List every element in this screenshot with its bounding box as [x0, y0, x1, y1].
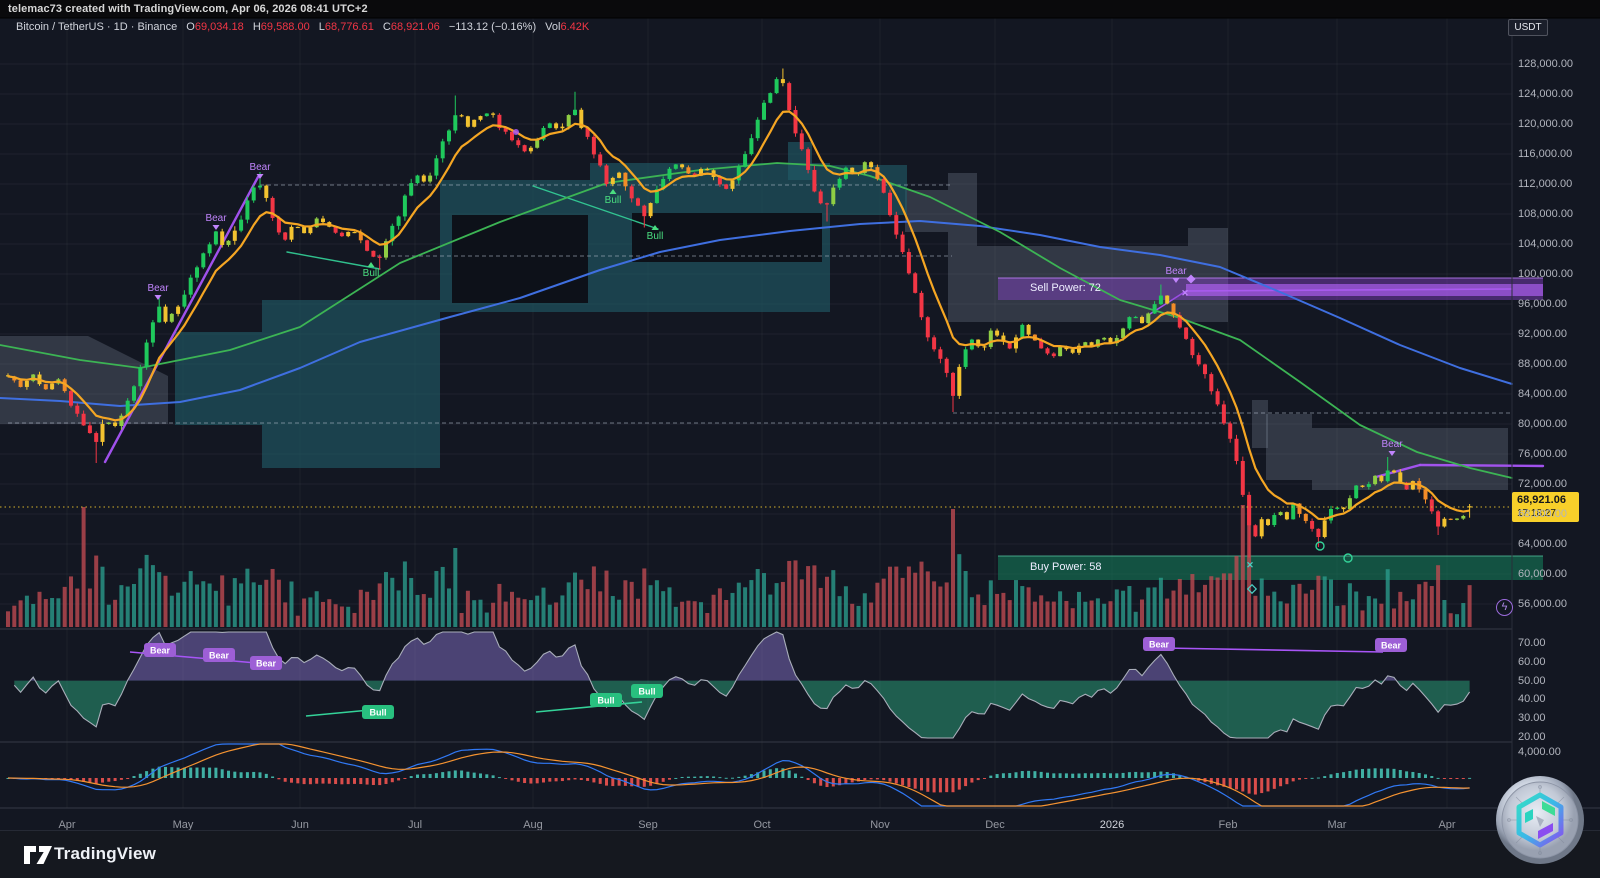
macd-axis-label: 4,000.00 — [1518, 746, 1561, 758]
symbol-legend[interactable]: Bitcoin / TetherUS · 1D · Binance O69,03… — [16, 21, 589, 33]
price-axis-label: 64,000.00 — [1518, 538, 1567, 550]
close-label: C — [383, 21, 391, 33]
svg-text:Bear: Bear — [147, 283, 169, 294]
rsi-axis-label: 30.00 — [1518, 712, 1546, 724]
price-axis-label: 72,000.00 — [1518, 478, 1567, 490]
price-axis-label: 116,000.00 — [1518, 148, 1572, 160]
svg-text:Bear: Bear — [1149, 640, 1170, 650]
svg-text:Bear: Bear — [1165, 266, 1187, 277]
rsi-axis-label: 60.00 — [1518, 656, 1546, 668]
svg-text:Bull: Bull — [639, 687, 656, 697]
indicator-coin-watermark — [1495, 775, 1585, 870]
svg-text:Bull: Bull — [605, 195, 622, 206]
close-value: 68,921.06 — [391, 21, 440, 33]
svg-text:Bear: Bear — [1381, 439, 1403, 450]
rsi-axis-label: 70.00 — [1518, 637, 1546, 649]
buy-power-label: Buy Power: 58 — [1030, 561, 1102, 573]
price-axis-label: 128,000.00 — [1518, 58, 1573, 70]
rsi-pane: Bear Bear Bear Bear Bear Bull Bull Bull — [14, 632, 1469, 738]
low-value: 68,776.61 — [325, 21, 374, 33]
price-axis-label: 84,000.00 — [1518, 388, 1567, 400]
svg-text:Bear: Bear — [1381, 641, 1402, 651]
svg-text:Bull: Bull — [363, 268, 380, 279]
rsi-axis-label: 50.00 — [1518, 675, 1546, 687]
svg-text:Bear: Bear — [150, 646, 171, 656]
price-axis-label: 120,000.00 — [1518, 118, 1573, 130]
svg-text:Bull: Bull — [647, 231, 664, 242]
price-axis-label: 108,000.00 — [1518, 208, 1573, 220]
price-axis-label: 100,000.00 — [1518, 268, 1573, 280]
price-axis-label: 68,000.00 — [1518, 508, 1567, 520]
price-axis-label: 56,000.00 — [1518, 598, 1567, 610]
rsi-axis-label: 40.00 — [1518, 693, 1546, 705]
main-chart-svg[interactable]: BearBearBearBearBearBullBullBull✕✕BearBe… — [0, 0, 1600, 878]
volume-value: 6.42K — [560, 21, 589, 33]
price-axis-label: 60,000.00 — [1518, 568, 1567, 580]
price-axis-label: 92,000.00 — [1518, 328, 1567, 340]
change-value: −113.12 (−0.16%) — [449, 21, 536, 33]
price-axis-label: 104,000.00 — [1518, 238, 1573, 250]
open-value: 69,034.18 — [195, 21, 244, 33]
tradingview-window: telemac73 created with TradingView.com, … — [0, 0, 1600, 878]
high-value: 69,588.00 — [261, 21, 310, 33]
tradingview-brand-text[interactable]: TradingView — [54, 844, 156, 864]
svg-text:Bull: Bull — [370, 708, 387, 718]
macd-pane — [7, 744, 1472, 806]
price-axis-label: 88,000.00 — [1518, 358, 1567, 370]
rsi-axis-label: 20.00 — [1518, 731, 1546, 743]
lightning-button[interactable]: ϟ — [1496, 599, 1513, 616]
svg-text:Bear: Bear — [205, 213, 227, 224]
currency-toggle-button[interactable]: USDT — [1508, 19, 1548, 36]
svg-text:Bear: Bear — [209, 651, 230, 661]
price-axis-label: 76,000.00 — [1518, 448, 1567, 460]
price-axis-label: 112,000.00 — [1518, 178, 1572, 190]
svg-text:✕: ✕ — [1181, 288, 1189, 298]
indicator-clouds — [0, 142, 1508, 490]
price-axis-label: 124,000.00 — [1518, 88, 1573, 100]
svg-text:Bull: Bull — [598, 696, 615, 706]
open-label: O — [186, 21, 195, 33]
last-price-value: 68,921.06 — [1517, 494, 1575, 507]
svg-text:Bear: Bear — [249, 162, 271, 173]
high-label: H — [253, 21, 261, 33]
price-axis-label: 80,000.00 — [1518, 418, 1567, 430]
symbol-title[interactable]: Bitcoin / TetherUS · 1D · Binance — [16, 21, 177, 33]
price-axis-label: 96,000.00 — [1518, 298, 1567, 310]
volume-label: Vol — [545, 21, 560, 33]
svg-text:Bear: Bear — [256, 659, 277, 669]
sell-power-label: Sell Power: 72 — [1030, 282, 1101, 294]
footer-bar: TradingView — [0, 830, 1600, 878]
svg-text:✕: ✕ — [1246, 560, 1254, 570]
